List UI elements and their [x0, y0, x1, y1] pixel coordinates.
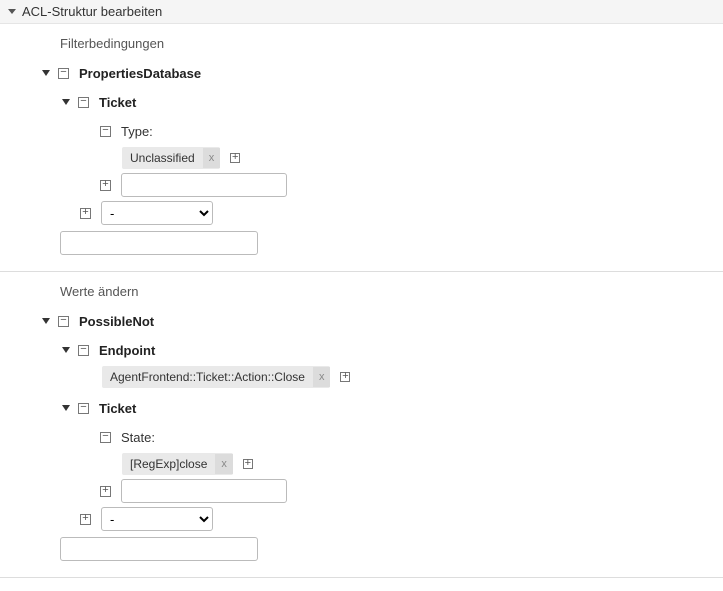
add-icon[interactable] — [80, 514, 91, 525]
caret-down-icon[interactable] — [62, 405, 70, 411]
remove-icon[interactable] — [100, 126, 111, 137]
tag-endpoint-action: AgentFrontend::Ticket::Action::Close x — [102, 366, 330, 388]
panel-header: ACL-Struktur bearbeiten — [0, 0, 723, 24]
node-label: PossibleNot — [79, 314, 154, 329]
free-input-row — [60, 537, 715, 561]
caret-down-icon[interactable] — [42, 318, 50, 324]
add-icon[interactable] — [100, 180, 111, 191]
change-section: Werte ändern PossibleNot Endpoint AgentF… — [0, 272, 723, 578]
add-match-row: - — [80, 201, 715, 225]
free-input[interactable] — [60, 231, 258, 255]
add-icon[interactable] — [243, 459, 253, 469]
add-icon[interactable] — [230, 153, 240, 163]
filter-heading: Filterbedingungen — [60, 36, 715, 51]
tag-row-type: Unclassified x — [122, 147, 715, 169]
tag-text: AgentFrontend::Ticket::Action::Close — [102, 366, 313, 388]
panel-title: ACL-Struktur bearbeiten — [22, 4, 162, 19]
node-label: PropertiesDatabase — [79, 66, 201, 81]
node-endpoint: Endpoint — [62, 336, 715, 364]
remove-icon[interactable] — [58, 68, 69, 79]
value-input[interactable] — [121, 479, 287, 503]
add-match-row: - — [80, 507, 715, 531]
field-label: Type: — [121, 124, 153, 139]
node-ticket: Ticket — [62, 88, 715, 116]
tag-remove-icon[interactable]: x — [313, 367, 331, 387]
node-propertiesdatabase: PropertiesDatabase — [42, 59, 715, 87]
tag-regexp-close: [RegExp]close x — [122, 453, 233, 475]
field-label: State: — [121, 430, 155, 445]
node-state: State: — [100, 423, 715, 451]
node-possiblenot: PossibleNot — [42, 307, 715, 335]
node-label: Ticket — [99, 401, 136, 416]
remove-icon[interactable] — [78, 403, 89, 414]
add-icon[interactable] — [80, 208, 91, 219]
value-input[interactable] — [121, 173, 287, 197]
filter-section: Filterbedingungen PropertiesDatabase Tic… — [0, 24, 723, 272]
tag-remove-icon[interactable]: x — [215, 454, 233, 474]
tag-row-state: [RegExp]close x — [122, 453, 715, 475]
remove-icon[interactable] — [78, 97, 89, 108]
caret-down-icon[interactable] — [62, 99, 70, 105]
node-label: Endpoint — [99, 343, 155, 358]
tag-text: Unclassified — [122, 147, 203, 169]
tag-unclassified: Unclassified x — [122, 147, 220, 169]
free-input[interactable] — [60, 537, 258, 561]
caret-down-icon[interactable] — [42, 70, 50, 76]
change-heading: Werte ändern — [60, 284, 715, 299]
node-type: Type: — [100, 117, 715, 145]
add-value-row — [100, 173, 715, 197]
add-icon[interactable] — [100, 486, 111, 497]
match-select[interactable]: - — [101, 507, 213, 531]
tag-row-endpoint: AgentFrontend::Ticket::Action::Close x — [102, 366, 715, 388]
add-value-row — [100, 479, 715, 503]
remove-icon[interactable] — [78, 345, 89, 356]
tag-remove-icon[interactable]: x — [203, 148, 221, 168]
tag-text: [RegExp]close — [122, 453, 215, 475]
node-label: Ticket — [99, 95, 136, 110]
node-ticket: Ticket — [62, 394, 715, 422]
add-icon[interactable] — [340, 372, 350, 382]
remove-icon[interactable] — [100, 432, 111, 443]
free-input-row — [60, 231, 715, 255]
caret-down-icon[interactable] — [62, 347, 70, 353]
collapse-caret-icon[interactable] — [8, 9, 16, 14]
match-select[interactable]: - — [101, 201, 213, 225]
remove-icon[interactable] — [58, 316, 69, 327]
